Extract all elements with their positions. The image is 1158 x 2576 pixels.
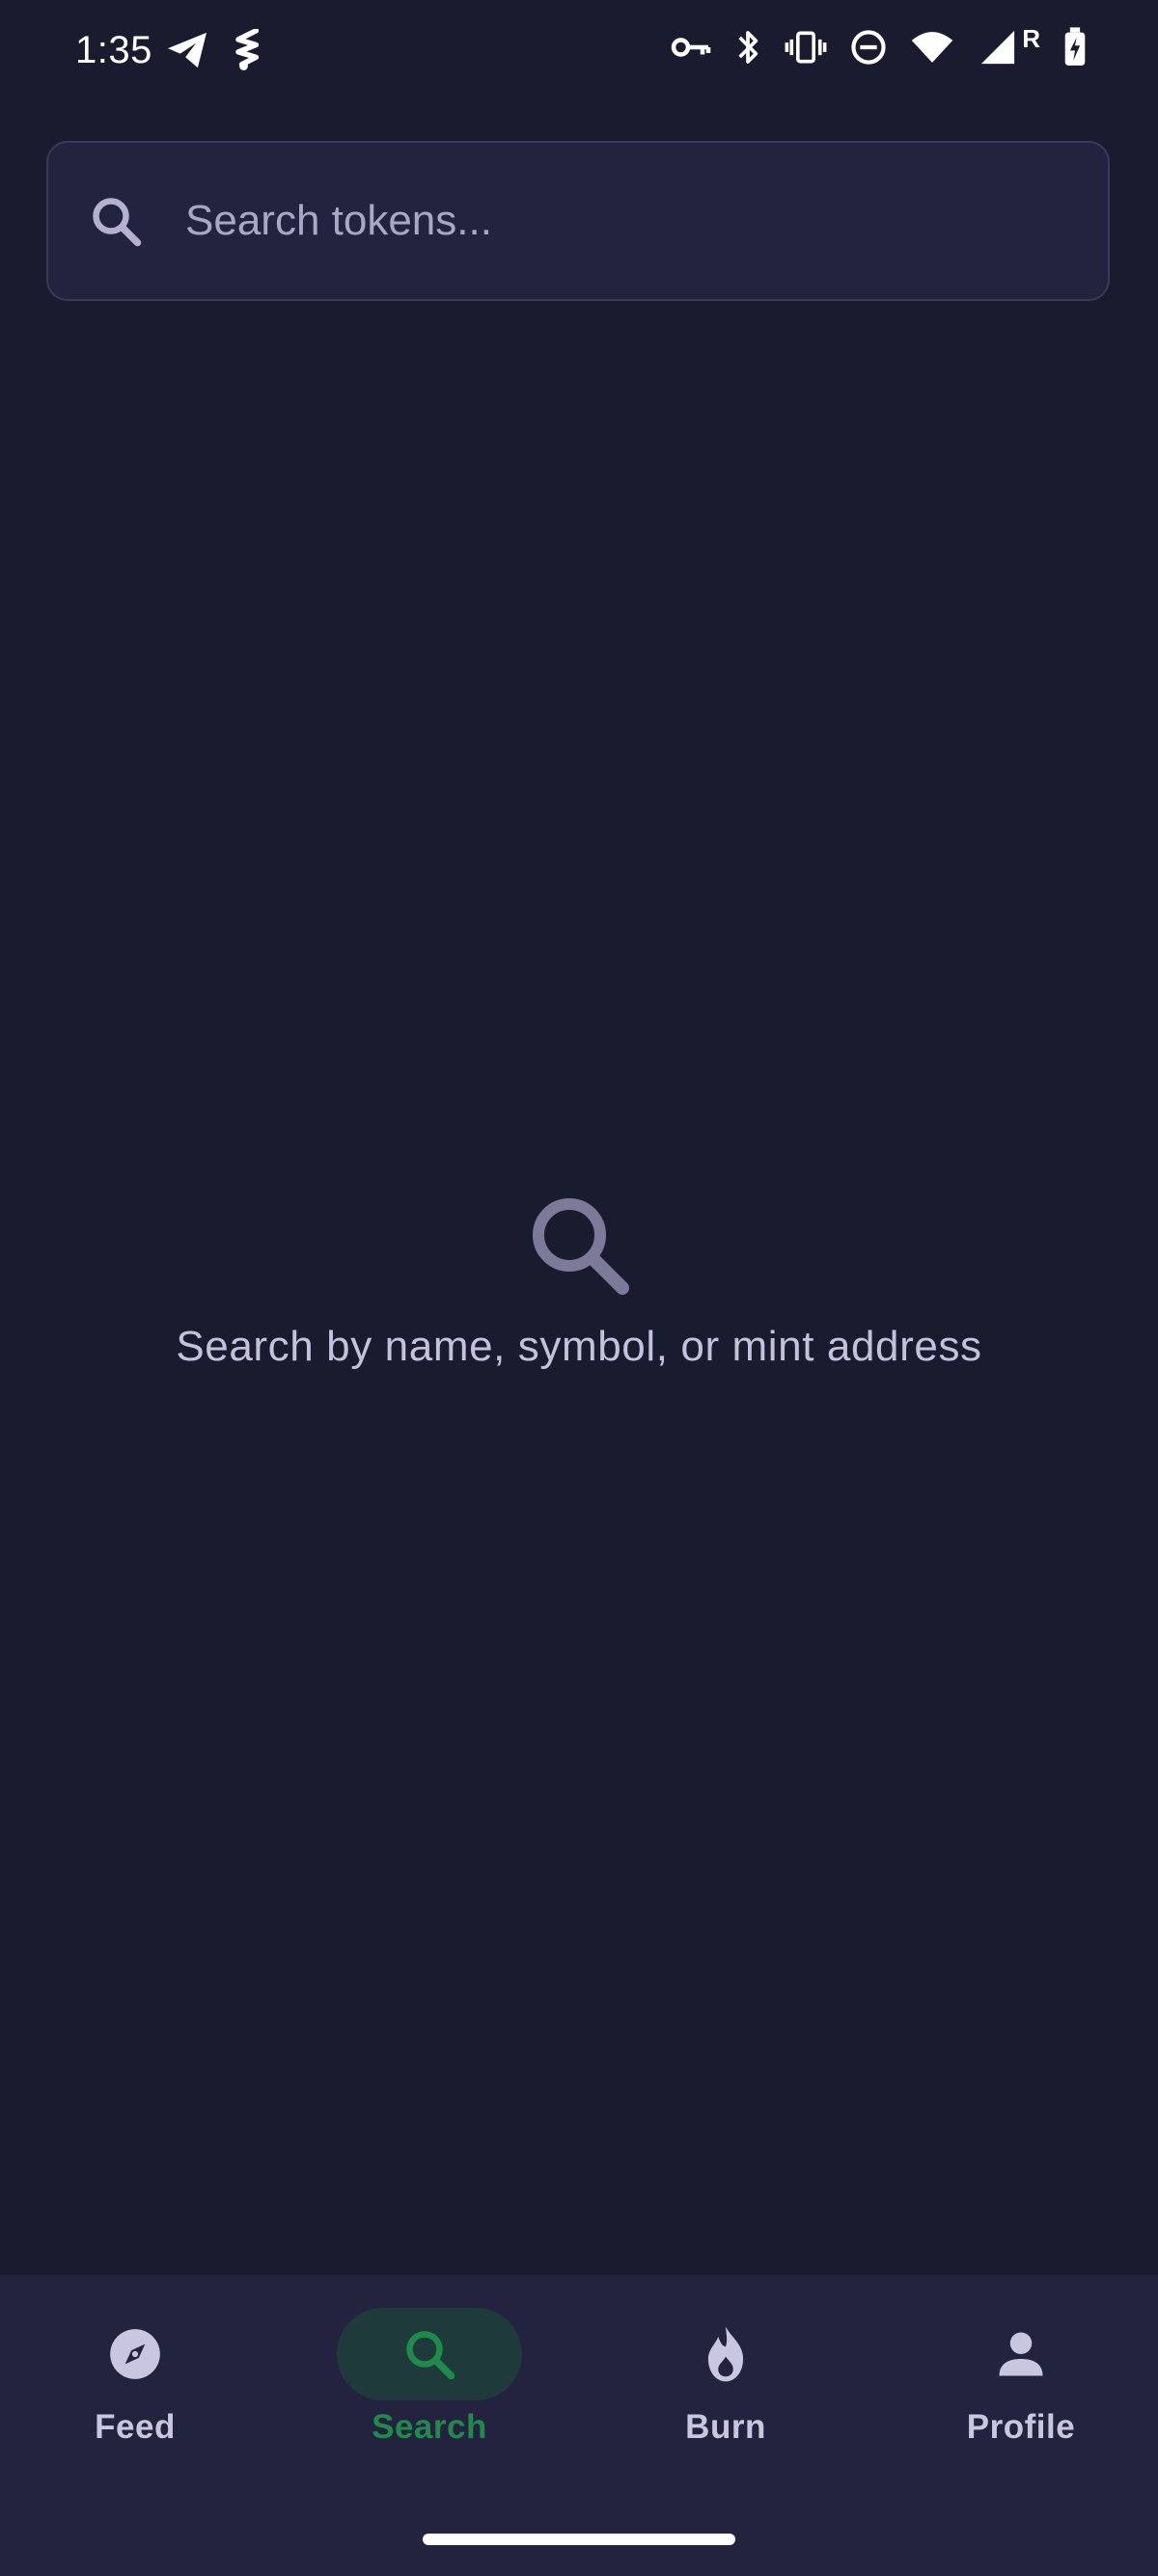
nav-label-burn: Burn: [685, 2408, 766, 2446]
status-time: 1:35: [75, 29, 152, 71]
nav-pill-burn: [633, 2308, 818, 2400]
nav-item-feed[interactable]: Feed: [0, 2308, 280, 2501]
nav-pill-feed: [42, 2308, 228, 2400]
bluetooth-icon: [734, 28, 761, 67]
search-bar[interactable]: [46, 141, 1110, 301]
vpn-key-icon: [671, 33, 711, 62]
nav-item-profile[interactable]: Profile: [876, 2308, 1158, 2501]
nav-label-profile: Profile: [966, 2408, 1076, 2446]
do-not-disturb-icon: [850, 29, 887, 66]
vibrate-icon: [785, 30, 827, 65]
nav-label-feed: Feed: [95, 2408, 176, 2446]
status-left-icons: [166, 29, 268, 71]
empty-state: Search by name, symbol, or mint address: [0, 1187, 1158, 1371]
home-indicator[interactable]: [423, 2534, 735, 2545]
search-input[interactable]: [185, 143, 1108, 299]
status-right-icons: R: [671, 23, 1087, 68]
battery-charging-icon: [1063, 27, 1087, 68]
compass-icon: [105, 2324, 165, 2384]
empty-state-message: Search by name, symbol, or mint address: [176, 1323, 982, 1370]
status-bar: 1:35 R: [0, 0, 1158, 106]
person-icon: [992, 2325, 1050, 2383]
nav-pill-search: [337, 2308, 522, 2400]
telegram-icon: [166, 31, 208, 69]
nav-item-burn[interactable]: Burn: [581, 2308, 870, 2501]
app-notification-icon: [230, 29, 268, 71]
bottom-navigation: Feed Search Burn Profile: [0, 2275, 1158, 2576]
nav-label-search: Search: [372, 2408, 487, 2446]
wifi-icon: [910, 30, 954, 65]
nav-item-search[interactable]: Search: [285, 2308, 574, 2501]
search-icon: [521, 1187, 637, 1302]
roaming-indicator: R: [1022, 23, 1040, 53]
signal-icon: [978, 29, 1018, 66]
search-icon: [87, 192, 145, 250]
search-icon: [400, 2325, 458, 2383]
nav-pill-profile: [928, 2308, 1114, 2400]
flame-icon: [698, 2324, 754, 2384]
